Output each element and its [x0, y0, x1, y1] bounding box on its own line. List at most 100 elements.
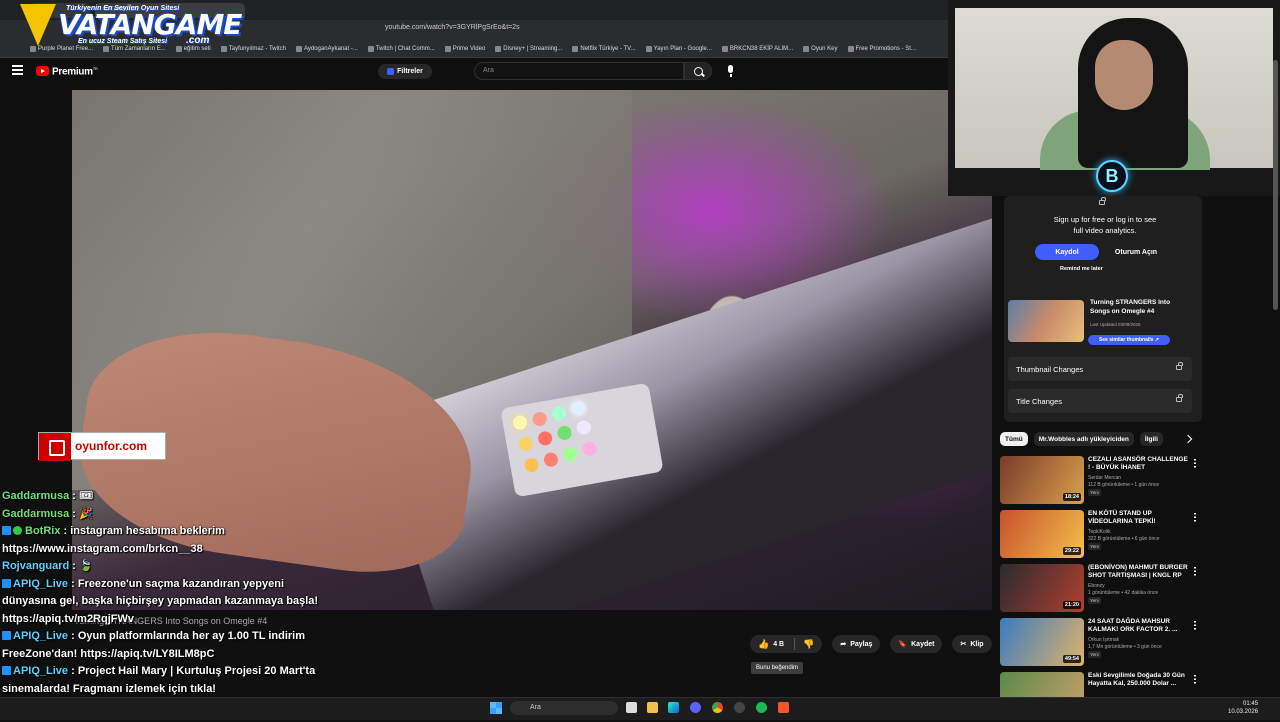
bookmark-item[interactable]: Netflix Türkiye - TV...	[572, 46, 635, 52]
more-options-icon[interactable]	[1194, 674, 1196, 684]
channel-name[interactable]: Orkun Işıtmak	[1088, 637, 1119, 643]
similar-thumbnails-button[interactable]: See similar thumbnails ↗	[1088, 335, 1170, 345]
thumbnail-changes-row[interactable]: Thumbnail Changes	[1008, 357, 1192, 381]
bookmark-item[interactable]: Tayfunyılmaz - Twitch	[221, 46, 286, 52]
clip-button[interactable]: ✂ Klip	[952, 635, 992, 653]
edge-icon[interactable]	[668, 702, 679, 713]
video-thumbnail[interactable]: 29:22	[1000, 510, 1084, 558]
recommended-video[interactable]: 21:20 (EBONİVON) MAHMUT BURGER SHOT TARTI…	[1000, 564, 1196, 614]
title-changes-row[interactable]: Title Changes	[1008, 389, 1192, 413]
current-video-title: Turning STRANGERS Into Songs on Omegle #…	[1090, 299, 1171, 315]
youtube-brand[interactable]: PremiumTR	[52, 66, 98, 77]
video-thumbnail[interactable]: 18:24	[1000, 456, 1084, 504]
bookmark-item[interactable]: Twitch | Chat Comm...	[368, 46, 435, 52]
recommended-video[interactable]: 49:54 24 SAAT DAĞDA MAHSUR KALMAK! ORK FA…	[1000, 618, 1196, 668]
windows-taskbar	[0, 697, 1280, 720]
youtube-logo-icon[interactable]	[36, 66, 49, 76]
taskbar-search[interactable]: Ara	[510, 701, 618, 715]
filter-icon	[387, 68, 395, 75]
chip-uploader[interactable]: Mr.Wobbles adlı yükleyiciden	[1033, 432, 1134, 446]
chat-message: APIQ_Live : Oyun platformlarında her ay …	[2, 628, 332, 663]
bookmark-item[interactable]: AydoganAykanat -...	[296, 46, 358, 52]
task-view-icon[interactable]	[626, 702, 637, 713]
chrome-icon[interactable]	[712, 702, 723, 713]
chat-message: Gaddarmusa : 🎟	[2, 488, 332, 506]
webcam-person-face	[1095, 40, 1153, 110]
signup-button[interactable]: Kaydol	[1035, 244, 1099, 260]
search-input[interactable]: Ara	[474, 62, 684, 80]
like-tooltip: Bunu beğendim	[751, 662, 804, 674]
chat-separator: :	[68, 577, 78, 590]
brand-region: TR	[92, 66, 98, 71]
stream-chat: Gaddarmusa : 🎟 Gaddarmusa : 🎉 BotRix : ins…	[2, 488, 332, 716]
thumbnail-changes-label: Thumbnail Changes	[1016, 365, 1084, 374]
share-label: Paylaş	[850, 640, 873, 648]
like-count: 4 B	[773, 640, 785, 648]
more-options-icon[interactable]	[1194, 458, 1196, 468]
chat-username: APIQ_Live	[13, 577, 69, 590]
more-options-icon[interactable]	[1194, 566, 1196, 576]
chat-username: Gaddarmusa	[2, 490, 70, 502]
filter-button[interactable]: Filtreler	[378, 64, 432, 79]
channel-name[interactable]: Ebonzy	[1088, 583, 1105, 589]
video-meta: 322 B görüntüleme • 6 gün önce	[1088, 536, 1160, 542]
chevron-right-icon[interactable]	[1183, 434, 1193, 444]
chat-separator: :	[68, 665, 78, 677]
chip-related[interactable]: İlgili	[1139, 432, 1163, 446]
more-options-icon[interactable]	[1194, 512, 1196, 522]
bookmark-item[interactable]: BRKCN38 EKİP ALIM...	[722, 46, 793, 52]
video-duration: 21:20	[1062, 601, 1081, 609]
more-options-icon[interactable]	[1194, 620, 1196, 630]
file-explorer-icon[interactable]	[647, 702, 658, 713]
scissors-icon: ✂	[960, 641, 967, 648]
bookmark-item[interactable]: Prime Video	[445, 46, 486, 52]
new-badge: Yeni	[1088, 489, 1101, 496]
search-icon[interactable]	[684, 62, 712, 80]
like-button[interactable]: 👍 4 B 👎	[750, 635, 823, 653]
system-clock[interactable]: 01:45 10.03.2026	[1228, 700, 1258, 716]
channel-name[interactable]: Serdar Mercan	[1088, 475, 1121, 481]
login-button[interactable]: Oturum Açın	[1106, 244, 1166, 260]
url-field[interactable]: youtube.com/watch?v=3GYRlPgSrEo&t=2s	[385, 24, 520, 31]
bookmark-item[interactable]: Purple Planet Free...	[30, 46, 93, 52]
video-thumbnail[interactable]: 49:54	[1000, 618, 1084, 666]
chat-message: APIQ_Live : Freezone'un saçma kazandıran…	[2, 576, 332, 629]
recommended-video[interactable]: 18:24 CEZALI ASANSÖR CHALLENGE ! - BÜYÜK …	[1000, 456, 1196, 506]
bookmark-item[interactable]: Disney+ | Streaming...	[495, 46, 562, 52]
video-title[interactable]: Eski Sevgilimle Doğada 30 Gün Hayatta Ka…	[1088, 672, 1188, 688]
chat-text: 🍃	[79, 560, 93, 572]
bookmark-item[interactable]: Oyun Key	[803, 46, 837, 52]
discord-icon[interactable]	[690, 702, 701, 713]
bookmark-item[interactable]: Free Promotions - St...	[848, 46, 916, 52]
remind-later-link[interactable]: Remind me later	[1060, 266, 1103, 272]
signup-prompt: Sign up for free or log in to see full v…	[1053, 215, 1157, 235]
new-badge: Yeni	[1088, 543, 1101, 550]
bookmark-item[interactable]: eğitim seti	[176, 46, 211, 52]
video-title[interactable]: EN KÖTÜ STAND UP VİDEOLARINA TEPKİ!	[1088, 510, 1188, 526]
bookmark-item[interactable]: Yayın Plan - Google...	[646, 46, 712, 52]
video-title[interactable]: 24 SAAT DAĞDA MAHSUR KALMAK! ORK FACTOR …	[1088, 618, 1188, 634]
brave-icon[interactable]	[778, 702, 789, 713]
video-thumbnail[interactable]: 21:20	[1000, 564, 1084, 612]
sponsor-logo-text: oyunfor.com	[75, 439, 148, 453]
clip-label: Klip	[970, 640, 984, 648]
video-title[interactable]: CEZALI ASANSÖR CHALLENGE ! - BÜYÜK İHANE…	[1088, 456, 1188, 472]
save-button[interactable]: 🔖 Kaydet	[890, 635, 943, 653]
thumb-down-icon[interactable]: 👎	[803, 639, 814, 650]
microphone-icon[interactable]	[724, 64, 738, 78]
recommended-video[interactable]: 29:22 EN KÖTÜ STAND UP VİDEOLARINA TEPKİ!…	[1000, 510, 1196, 560]
share-button[interactable]: ➦ Paylaş	[832, 635, 881, 653]
page-scrollbar[interactable]	[1273, 60, 1278, 310]
share-icon: ➦	[840, 641, 847, 648]
spotify-icon[interactable]	[756, 702, 767, 713]
start-icon[interactable]	[490, 702, 502, 714]
current-video-updated: Last Updated 03/09/2026	[1090, 322, 1141, 327]
menu-icon[interactable]	[12, 65, 23, 75]
video-title[interactable]: (EBONİVON) MAHMUT BURGER SHOT TARTIŞMASI…	[1088, 564, 1188, 580]
chip-all[interactable]: Tümü	[1000, 432, 1028, 446]
lock-icon	[1176, 362, 1183, 370]
bookmark-item[interactable]: Tüm Zamanların E...	[103, 46, 166, 52]
app-icon[interactable]	[734, 702, 745, 713]
channel-name[interactable]: TepkiKolik	[1088, 529, 1111, 535]
clock-time: 01:45	[1243, 701, 1259, 707]
